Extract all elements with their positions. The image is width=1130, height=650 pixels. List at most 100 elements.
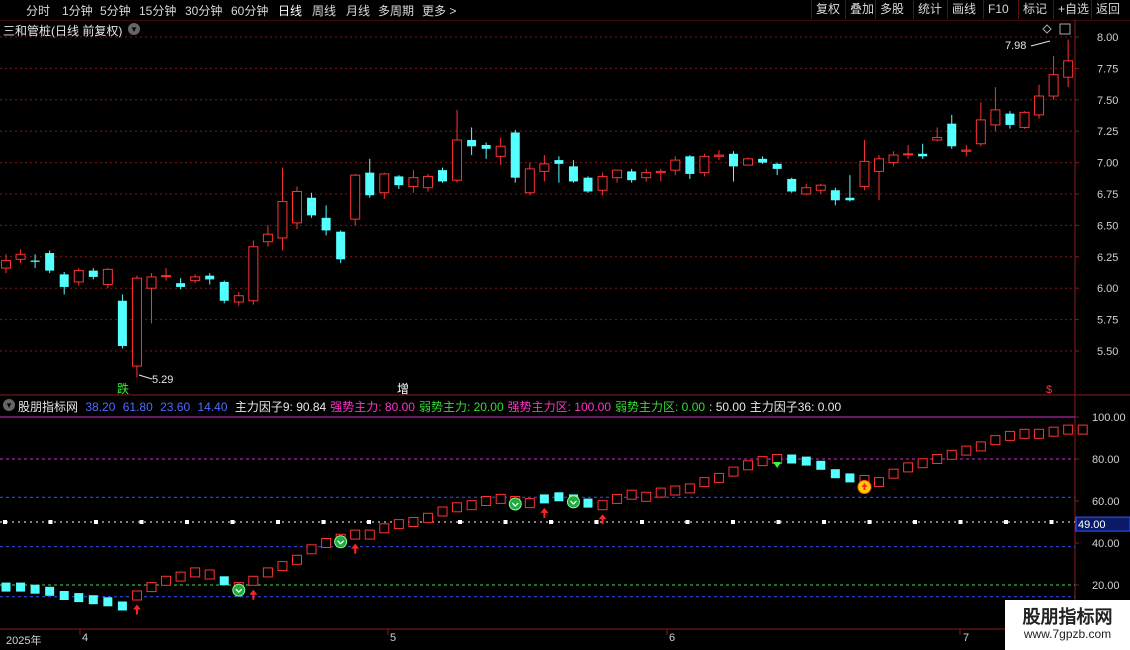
indicator-bar <box>131 590 142 601</box>
candle-body <box>888 154 899 164</box>
signal-dollar: $ <box>1046 384 1052 396</box>
candle-body <box>990 109 1001 126</box>
indicator-values: 主力因子9: 90.84 强势主力: 80.00 弱势主力: 20.00 强势主力区:… <box>235 400 845 414</box>
mid-line-marker <box>1049 520 1054 524</box>
indicator-bar <box>437 506 448 517</box>
up-arrow-icon <box>540 507 549 518</box>
diamond-icon[interactable] <box>1042 24 1052 34</box>
candle-body <box>787 178 797 192</box>
indicator-bar <box>262 567 273 578</box>
candle-body <box>219 281 229 301</box>
logo-title: 股朋指标网 <box>1022 607 1113 628</box>
candle-body <box>190 276 201 282</box>
grid-lines <box>0 20 1130 635</box>
mid-line-marker <box>549 520 553 524</box>
candle-body <box>874 158 884 172</box>
candle-body <box>1 260 11 269</box>
mid-line-marker <box>94 520 98 524</box>
indicator-bar <box>655 487 666 498</box>
down-arrow-icon <box>773 462 782 468</box>
candle-body <box>830 190 840 201</box>
indicator-bar <box>88 595 98 605</box>
mid-line-marker <box>776 520 781 524</box>
candle-body <box>1019 111 1030 128</box>
candle-body <box>1005 113 1015 125</box>
high-price-label: 7.98 <box>1005 40 1026 52</box>
candle-body <box>918 153 928 157</box>
mid-line-marker <box>276 520 280 524</box>
candle-body <box>408 177 419 187</box>
smiley-icon <box>508 497 522 511</box>
indicator-bar <box>670 485 681 496</box>
indicator-param: 61.80 <box>122 400 153 414</box>
indicator-bar <box>888 468 899 479</box>
indicator-bar <box>248 575 259 586</box>
candle-body <box>612 169 623 179</box>
indicator-bar <box>874 477 884 488</box>
indicator-bar <box>175 571 186 582</box>
indicator-bar <box>583 498 593 508</box>
watermark-logo: 股朋指标网 www.7gpzb.com <box>1005 600 1130 650</box>
price-tick-label: 7.00 <box>1097 158 1118 170</box>
indicator-bar <box>452 502 463 513</box>
date-label: 6 <box>669 632 676 644</box>
indicator-bar <box>350 529 361 540</box>
candle-body <box>59 274 69 287</box>
indicator-value-0: 主力因子9: 90.84 <box>234 400 327 414</box>
candle-body <box>554 160 564 164</box>
indicator-name: 股朋指标网 <box>18 400 79 414</box>
indicator-bar <box>321 538 332 548</box>
indicator-value-1: 强势主力: 80.00 <box>330 400 415 414</box>
mid-line-marker <box>913 520 917 524</box>
indicator-tick-label: 40.00 <box>1092 538 1120 550</box>
indicator-bar <box>903 462 914 473</box>
indicator-bar <box>117 601 127 611</box>
candle-body <box>859 160 870 187</box>
candle-body <box>248 246 259 302</box>
candle-body <box>292 190 302 224</box>
candle-body <box>394 176 404 186</box>
mid-line-marker <box>503 520 508 524</box>
window-icon[interactable] <box>1059 23 1071 35</box>
up-arrow-icon <box>132 604 141 615</box>
indicator-bar <box>1063 424 1074 435</box>
price-tick-label: 7.25 <box>1097 126 1118 138</box>
indicator-marks <box>1 424 1088 615</box>
indicator-bar <box>597 500 608 511</box>
axes: 8.00 7.75 7.50 7.25 7.00 6.75 6.50 6.25 6.00 5.75… <box>1075 32 1130 592</box>
indicator-bar <box>757 456 768 467</box>
candle-body <box>336 231 346 260</box>
indicator-bar <box>554 492 564 502</box>
candle-body <box>307 197 317 216</box>
candle-body <box>379 173 390 194</box>
candle-body <box>772 163 782 169</box>
indicator-bar <box>422 512 433 523</box>
indicator-value-5: : 50.00 <box>709 400 746 414</box>
price-tick-label: 6.25 <box>1097 252 1118 264</box>
candle-body <box>262 233 273 243</box>
mid-line-marker <box>321 520 326 524</box>
price-tick-label: 6.00 <box>1097 283 1118 295</box>
indicator-bar <box>481 496 492 506</box>
indicator-bar <box>495 493 506 504</box>
mid-line-marker <box>685 520 690 524</box>
candle-body <box>146 276 157 289</box>
price-tick-label: 5.50 <box>1097 346 1118 358</box>
candle-body <box>495 145 506 157</box>
indicator-bar <box>292 554 302 565</box>
indicator-value-6: 主力因子36: 0.00 <box>749 400 842 414</box>
indicator-bar <box>990 435 1001 446</box>
mid-line-marker <box>640 520 644 524</box>
price-tick-label: 7.50 <box>1097 95 1118 107</box>
indicator-bar <box>743 460 754 471</box>
indicator-bar <box>16 582 26 592</box>
indicator-bar <box>408 517 419 527</box>
indicator-tick-label: 100.00 <box>1092 412 1126 424</box>
chevron-down-icon[interactable]: ▾ <box>3 399 15 411</box>
candle-body <box>627 171 637 181</box>
indicator-tick-label: 20.00 <box>1092 580 1120 592</box>
candle-body <box>583 177 593 192</box>
indicator-bar <box>364 529 375 540</box>
indicator-bar <box>845 473 855 483</box>
candle-body <box>1034 95 1045 116</box>
